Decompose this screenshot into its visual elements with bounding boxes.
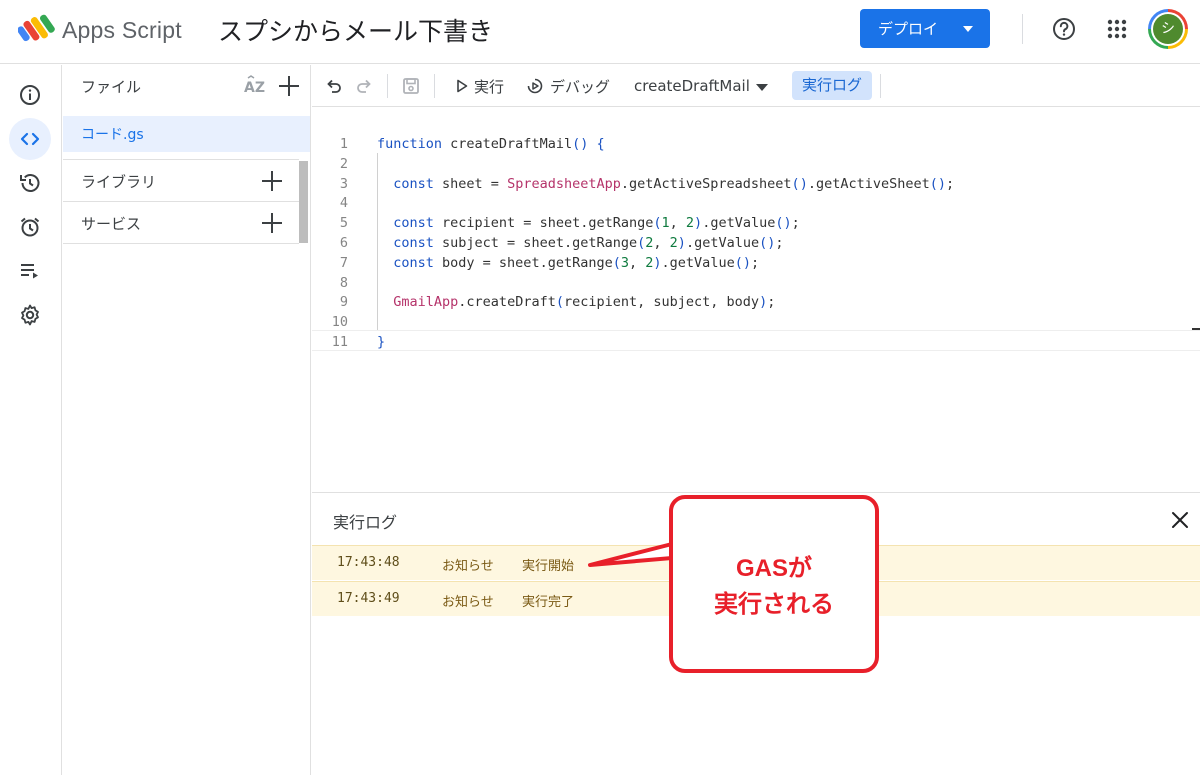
execution-log-title: 実行ログ: [333, 513, 398, 532]
code-text[interactable]: const recipient = sheet.getRange(1, 2).g…: [377, 213, 800, 233]
files-header: ファイル AZ: [63, 65, 310, 107]
apps-grid-icon[interactable]: [1104, 16, 1130, 42]
toolbar-divider: [434, 74, 435, 98]
left-nav-rail: [0, 65, 62, 775]
code-line[interactable]: 5 const recipient = sheet.getRange(1, 2)…: [312, 213, 1200, 233]
annotation-callout: GASが 実行される: [669, 495, 879, 673]
add-service-icon[interactable]: [262, 213, 282, 233]
info-icon: [20, 85, 40, 105]
triggers-button[interactable]: [9, 206, 51, 248]
app-name[interactable]: Apps Script: [62, 17, 182, 44]
redo-icon[interactable]: [354, 76, 374, 96]
current-line-highlight: [312, 330, 1200, 351]
code-text[interactable]: const subject = sheet.getRange(2, 2).get…: [377, 233, 783, 253]
line-number: 1: [339, 136, 348, 152]
toolbar-divider: [387, 74, 388, 98]
services-section[interactable]: サービス: [63, 201, 299, 243]
line-number: 9: [339, 294, 348, 311]
code-line[interactable]: 6 const subject = sheet.getRange(2, 2).g…: [312, 233, 1200, 253]
log-level: お知らせ: [442, 559, 494, 574]
help-icon[interactable]: [1051, 16, 1077, 42]
apps-script-logo-icon[interactable]: [18, 14, 56, 44]
code-line[interactable]: 2: [312, 154, 1200, 174]
top-app-bar: Apps Script スプシからメール下書き デプロイ シ: [0, 0, 1200, 64]
overview-ruler-marker: [1192, 328, 1200, 330]
files-title: ファイル: [81, 78, 142, 96]
code-line[interactable]: 4: [312, 193, 1200, 213]
code-line[interactable]: 8: [312, 273, 1200, 293]
svg-text:AZ: AZ: [244, 80, 265, 96]
log-level: お知らせ: [442, 595, 494, 610]
line-number: 3: [339, 175, 348, 192]
log-time: 17:43:49: [337, 591, 400, 606]
code-text[interactable]: function createDraftMail() {: [377, 134, 605, 154]
run-label: 実行: [474, 78, 505, 96]
files-scrollbar[interactable]: [299, 161, 308, 243]
executions-icon: [21, 264, 38, 279]
code-editor[interactable]: 1 function createDraftMail() { 2 3 const sh…: [312, 108, 1200, 492]
line-number: 4: [339, 195, 348, 212]
callout-line-1: GASが: [735, 555, 812, 582]
header-divider: [1022, 14, 1023, 44]
history-icon: [20, 174, 40, 192]
avatar-initial: シ: [1153, 14, 1183, 44]
play-icon: [457, 79, 468, 93]
code-text[interactable]: const body = sheet.getRange(3, 2).getVal…: [377, 253, 759, 273]
toolbar-divider: [880, 74, 881, 98]
editor-button[interactable]: [9, 118, 51, 160]
code-icon: [20, 132, 40, 146]
history-button[interactable]: [9, 162, 51, 204]
libraries-label: ライブラリ: [81, 173, 157, 191]
callout-text: GASが 実行される: [673, 551, 875, 623]
editor-toolbar: 実行 デバッグ createDraftMail 実行ログ: [312, 65, 1200, 107]
line-number: 5: [339, 215, 348, 232]
code-text[interactable]: const sheet = SpreadsheetApp.getActiveSp…: [377, 174, 954, 194]
add-file-icon[interactable]: [279, 76, 299, 96]
alarm-icon: [20, 217, 40, 237]
section-divider: [63, 243, 299, 244]
deploy-button[interactable]: デプロイ: [860, 9, 990, 48]
indent-guide: [377, 153, 378, 331]
undo-icon[interactable]: [324, 76, 344, 96]
caret-down-icon: [756, 84, 768, 91]
deploy-button-label: デプロイ: [878, 20, 939, 38]
function-select-value: createDraftMail: [634, 77, 750, 95]
code-line[interactable]: 3 const sheet = SpreadsheetApp.getActive…: [312, 174, 1200, 194]
code-line[interactable]: 7 const body = sheet.getRange(3, 2).getV…: [312, 253, 1200, 273]
log-message: 実行開始: [522, 559, 575, 574]
file-item-label: コード.gs: [81, 127, 144, 143]
chevron-down-icon: [963, 26, 973, 32]
settings-icon: [21, 304, 39, 326]
services-label: サービス: [81, 215, 142, 233]
executions-button[interactable]: [9, 250, 51, 292]
log-message: 実行完了: [522, 595, 575, 610]
line-number: 8: [339, 274, 348, 291]
code-line[interactable]: 1 function createDraftMail() {: [312, 134, 1200, 154]
debug-icon: [527, 78, 543, 94]
execution-log-toggle[interactable]: 実行ログ: [792, 71, 872, 100]
add-library-icon[interactable]: [262, 171, 282, 191]
libraries-section[interactable]: ライブラリ: [63, 159, 299, 201]
line-number: 2: [339, 155, 348, 172]
line-number: 6: [339, 235, 348, 251]
overview-button[interactable]: [9, 74, 51, 116]
code-text[interactable]: GmailApp.createDraft(recipient, subject,…: [377, 292, 775, 312]
callout-pointer: [588, 542, 673, 567]
debug-label: デバッグ: [550, 78, 611, 96]
project-title[interactable]: スプシからメール下書き: [218, 12, 493, 48]
save-icon[interactable]: [401, 76, 421, 96]
sort-az-icon[interactable]: AZ: [243, 75, 265, 97]
code-line[interactable]: 9 GmailApp.createDraft(recipient, subjec…: [312, 292, 1200, 312]
files-panel: ファイル AZ コード.gs ライブラリ サービス: [63, 65, 311, 775]
account-avatar[interactable]: シ: [1148, 9, 1188, 49]
file-item[interactable]: コード.gs: [63, 116, 310, 152]
callout-line-2: 実行される: [714, 591, 834, 618]
close-icon[interactable]: [1170, 510, 1190, 530]
line-number: 7: [339, 254, 348, 271]
log-time: 17:43:48: [337, 555, 400, 570]
settings-button[interactable]: [9, 294, 51, 336]
